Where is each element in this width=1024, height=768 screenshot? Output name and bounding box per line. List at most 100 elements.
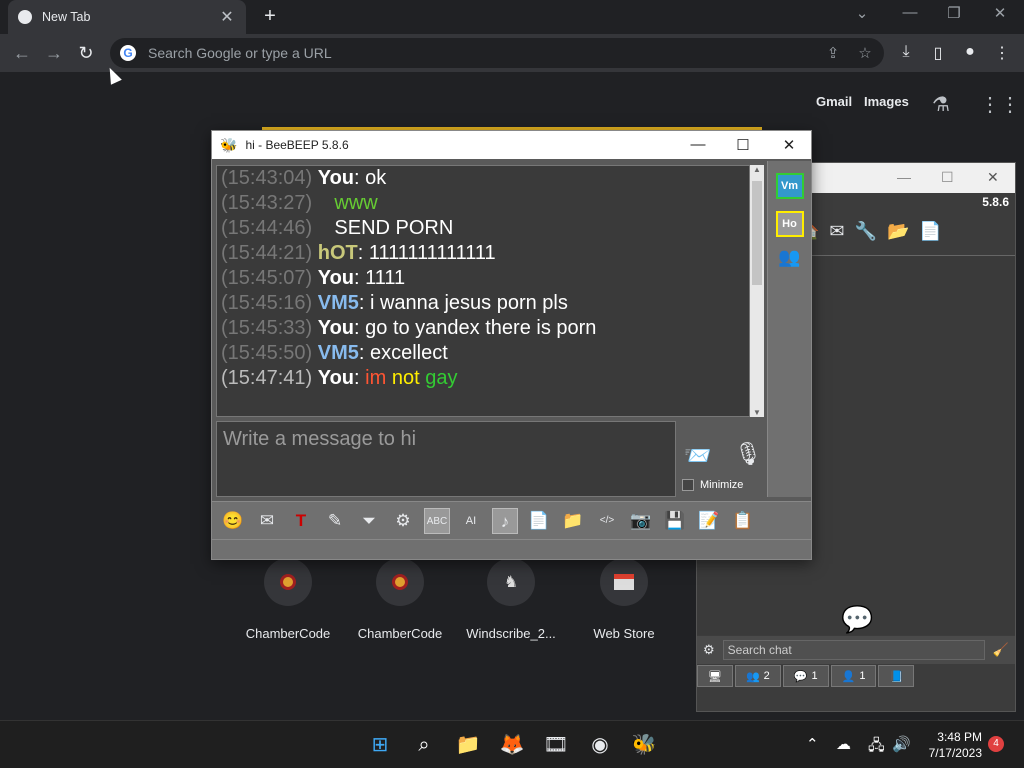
labs-flask-icon[interactable]: ⚗: [932, 92, 950, 117]
window-minimize-icon[interactable]: —: [898, 4, 922, 21]
message-author[interactable]: You: [318, 317, 354, 339]
tab-count: 2: [763, 670, 770, 682]
back-icon[interactable]: ←: [10, 41, 34, 65]
profile-icon[interactable]: ●: [960, 43, 980, 61]
bg-tab[interactable]: 👥 2: [734, 665, 781, 687]
spellcheck-icon[interactable]: ABC: [424, 507, 450, 534]
notes-icon[interactable]: 📝: [696, 508, 722, 534]
message-author[interactable]: hOT: [318, 242, 358, 264]
bg-close-icon[interactable]: ✕: [987, 169, 999, 186]
window-close-icon[interactable]: ✕: [988, 4, 1012, 22]
scroll-up-icon[interactable]: ▲: [750, 165, 764, 174]
minimize-checkbox-row[interactable]: Minimize: [682, 479, 743, 491]
apps-grid-icon[interactable]: ⋮⋮: [980, 92, 1020, 117]
scroll-thumb[interactable]: [752, 181, 762, 285]
message-scrollbar[interactable]: ▲ ▼: [750, 165, 764, 417]
network-icon[interactable]: 🖧: [868, 735, 885, 760]
taskbar-clock[interactable]: 3:48 PM 7/17/2023: [922, 729, 982, 761]
share-icon[interactable]: ⇪: [824, 44, 842, 62]
window-restore-icon[interactable]: ❐: [942, 4, 966, 22]
bg-tab[interactable]: 📘: [878, 665, 915, 687]
save-chat-icon[interactable]: 💾: [662, 508, 688, 534]
tab-new-tab[interactable]: New Tab ✕: [8, 0, 246, 34]
member-ho-button[interactable]: Ho: [775, 211, 804, 237]
windows-start-icon[interactable]: ⊞: [366, 731, 394, 759]
minimize-checkbox[interactable]: [682, 479, 694, 491]
message-toolbar: 😊 ✉ T ✎ ⏷ ⚙ ABC AI ♪ 📄 📁 </> 📷 💾 📝 📋: [212, 501, 811, 539]
chrome-taskbar-icon[interactable]: ◉: [586, 731, 614, 759]
search-icon[interactable]: ⌕: [410, 731, 438, 759]
html-icon[interactable]: </>: [594, 508, 620, 534]
settings-gear-icon[interactable]: ⚙: [390, 508, 416, 534]
filter-icon[interactable]: ⏷: [356, 508, 382, 534]
gmail-link[interactable]: Gmail: [816, 94, 852, 109]
email-icon[interactable]: ✉: [254, 508, 280, 534]
screenshot-icon[interactable]: 📷: [628, 508, 654, 534]
send-folder-icon[interactable]: 📁: [560, 508, 586, 534]
tray-overflow-icon[interactable]: ⌃: [806, 735, 819, 753]
chat-maximize-icon[interactable]: ☐: [733, 136, 753, 154]
bookmark-star-icon[interactable]: ☆: [856, 44, 874, 62]
message-input[interactable]: Write a message to hi: [216, 421, 676, 497]
onedrive-icon[interactable]: ☁: [836, 735, 851, 753]
bg-tab[interactable]: 🖥: [697, 665, 733, 687]
color-icon[interactable]: ✎: [322, 508, 348, 534]
emoticon-icon[interactable]: 😊: [220, 508, 246, 534]
volume-icon[interactable]: 🔊: [892, 735, 911, 753]
download-icon[interactable]: ⤓: [896, 43, 916, 61]
microphone-icon[interactable]: 🎙: [734, 441, 762, 467]
bg-tab[interactable]: 💬 1: [782, 665, 829, 687]
bg-tool-icon[interactable]: ✉: [829, 221, 844, 242]
send-message-icon[interactable]: 📨: [684, 443, 711, 469]
new-tab-button[interactable]: +: [258, 5, 282, 28]
bg-tab[interactable]: 👤 1: [830, 665, 877, 687]
forward-icon[interactable]: →: [42, 41, 66, 65]
tab-close-icon[interactable]: ✕: [218, 7, 236, 27]
bg-tool-icon[interactable]: 🔧: [855, 221, 877, 242]
send-file-icon[interactable]: 📄: [526, 508, 552, 534]
notification-badge[interactable]: 4: [988, 736, 1004, 752]
file-explorer-icon[interactable]: 📁: [454, 731, 482, 759]
omnibox-input[interactable]: Search Google or type a URL: [148, 45, 810, 61]
message-author[interactable]: You: [318, 167, 354, 189]
bg-tool-icon[interactable]: 📂: [887, 221, 909, 242]
google-icon: G: [120, 45, 136, 61]
reload-icon[interactable]: ↻: [74, 41, 98, 65]
shortcut-tile[interactable]: Web Store: [569, 558, 679, 641]
message-author[interactable]: You: [318, 367, 354, 389]
font-icon[interactable]: T: [288, 508, 314, 534]
images-link[interactable]: Images: [864, 94, 909, 109]
shortcut-tile[interactable]: ChamberCode: [345, 558, 455, 641]
clear-broom-icon[interactable]: 🧹: [993, 642, 1009, 658]
completer-icon[interactable]: AI: [458, 508, 484, 534]
media-app-icon[interactable]: 🎞: [542, 731, 570, 759]
member-vm-button[interactable]: Vm: [775, 173, 804, 199]
bg-minimize-icon[interactable]: —: [897, 169, 911, 185]
search-chat-input[interactable]: Search chat: [722, 640, 985, 660]
tab-search-icon[interactable]: ⌄: [850, 4, 874, 22]
message-author[interactable]: VM5: [318, 292, 359, 314]
omnibox[interactable]: G Search Google or type a URL ⇪ ☆: [110, 38, 884, 68]
chat-window-titlebar[interactable]: 🐝 hi - BeeBEEP 5.8.6 — ☐ ✕: [212, 131, 811, 159]
menu-icon[interactable]: ⋮: [992, 43, 1012, 63]
side-panel-icon[interactable]: ▯: [928, 43, 948, 63]
firefox-icon[interactable]: 🦊: [498, 731, 526, 759]
shortcut-tile[interactable]: ♞ Windscribe_2...: [456, 558, 566, 641]
chat-close-icon[interactable]: ✕: [779, 136, 799, 154]
browser-toolbar: ← → ↻ G Search Google or type a URL ⇪ ☆ …: [0, 34, 1024, 72]
chat-minimize-icon[interactable]: —: [688, 136, 708, 153]
tab-title: New Tab: [42, 10, 91, 24]
message-author[interactable]: You: [318, 267, 354, 289]
music-note-icon[interactable]: ♪: [492, 507, 518, 534]
search-gear-icon: ⚙: [703, 642, 715, 657]
shortcut-tile[interactable]: ChamberCode: [233, 558, 343, 641]
clipboard-icon[interactable]: 📋: [730, 508, 756, 534]
chat-message: (15:43:04) You: ok: [221, 166, 745, 191]
beebeep-taskbar-icon[interactable]: 🐝: [630, 731, 658, 759]
message-history[interactable]: (15:43:04) You: ok (15:43:27) www (15:44:4…: [216, 165, 750, 417]
bg-maximize-icon[interactable]: ☐: [941, 169, 954, 186]
add-members-icon[interactable]: 👥: [768, 247, 811, 268]
message-author[interactable]: VM5: [318, 342, 359, 364]
bg-tool-icon[interactable]: 📄: [919, 221, 941, 242]
scroll-down-icon[interactable]: ▼: [750, 408, 764, 417]
